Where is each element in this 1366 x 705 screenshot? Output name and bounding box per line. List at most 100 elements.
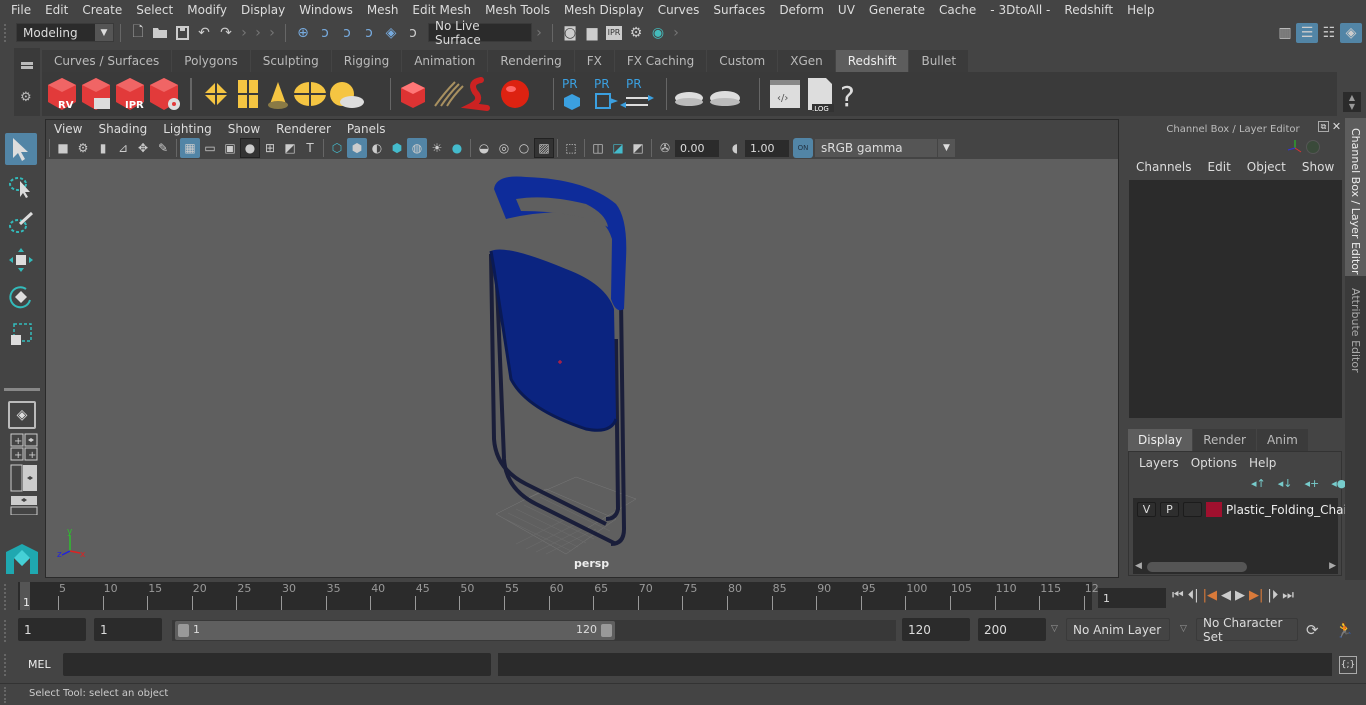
panel-menu-shading[interactable]: Shading [90, 122, 155, 136]
float-panel-icon[interactable]: ⧉ [1318, 121, 1329, 132]
play-backward-icon[interactable]: ◀ [1221, 588, 1231, 603]
layer-list-hscrollbar[interactable]: ◀ ▶ [1133, 560, 1338, 574]
new-empty-layer-icon[interactable]: ◂+ [1305, 477, 1320, 490]
menu-mesh[interactable]: Mesh [360, 3, 406, 17]
rs-environment-sphere-icon[interactable] [501, 80, 529, 108]
snap-view-plane-icon[interactable]: ↄ [358, 23, 380, 43]
chair-model[interactable] [489, 176, 627, 546]
menu-3dtoall[interactable]: - 3DtoAll - [983, 3, 1057, 17]
layer-display-type-toggle[interactable] [1183, 502, 1202, 517]
menu-select[interactable]: Select [129, 3, 180, 17]
playback-start-field[interactable]: 1 [94, 618, 162, 641]
shelf-tab-xgen[interactable]: XGen [778, 50, 836, 72]
multisample-aa-icon[interactable]: ○ [514, 138, 534, 158]
rs-log-icon[interactable]: .LOG [808, 78, 834, 113]
color-management-toggle[interactable]: ON [793, 138, 813, 158]
go-to-end-icon[interactable]: ⏭ [1282, 588, 1294, 603]
collapse-arrow-icon[interactable]: › [237, 23, 251, 43]
bookmark-icon[interactable]: ▮ [93, 138, 113, 158]
exposure-field[interactable]: 0.00 [675, 139, 719, 157]
rs-bake-icon[interactable] [710, 91, 740, 106]
smooth-shade-icon[interactable]: ⬢ [347, 138, 367, 158]
menu-uv[interactable]: UV [831, 3, 862, 17]
channel-list-area[interactable] [1129, 180, 1342, 418]
layer-row[interactable]: V P Plastic_Folding_Chair_ [1137, 502, 1358, 517]
menu-edit-mesh[interactable]: Edit Mesh [405, 3, 478, 17]
move-layer-up-icon[interactable]: ◂↑ [1251, 477, 1266, 490]
menu-display[interactable]: Display [234, 3, 292, 17]
camera-attributes-icon[interactable]: ⚙ [73, 138, 93, 158]
menu-mesh-display[interactable]: Mesh Display [557, 3, 651, 17]
panel-menu-show[interactable]: Show [220, 122, 268, 136]
live-surface-field[interactable]: No Live Surface [428, 19, 532, 47]
shelf-tab-curves-surfaces[interactable]: Curves / Surfaces [42, 50, 173, 72]
range-end-handle[interactable] [601, 624, 612, 637]
shelf-tab-custom[interactable]: Custom [707, 50, 779, 72]
collapse-arrow-icon[interactable]: › [265, 23, 279, 43]
range-slider-bar[interactable]: 1 120 [175, 621, 615, 640]
shelf-scroll-control[interactable]: ▲ ▼ [1343, 92, 1361, 112]
character-set-dropdown-arrow-icon[interactable]: ▽ [1180, 624, 1187, 634]
rs-sun-sky-icon[interactable] [330, 82, 364, 108]
save-scene-icon[interactable] [171, 23, 193, 43]
scroll-right-icon[interactable]: ▶ [1329, 561, 1336, 571]
shelf-tab-rigging[interactable]: Rigging [331, 50, 403, 72]
pr-proxy-export-icon[interactable]: PR [562, 77, 580, 110]
shelf-tab-animation[interactable]: Animation [402, 50, 489, 72]
current-frame-field[interactable]: 1 [1098, 588, 1166, 608]
image-plane-icon[interactable]: ⊿ [113, 138, 133, 158]
le-menu-options[interactable]: Options [1185, 456, 1243, 470]
grease-pencil-icon[interactable]: ✎ [153, 138, 173, 158]
render-view-icon[interactable]: ◙ [559, 23, 581, 43]
le-menu-help[interactable]: Help [1243, 456, 1282, 470]
close-icon[interactable]: ✕ [1331, 120, 1342, 133]
default-material-icon[interactable]: ◐ [367, 138, 387, 158]
snap-live-icon[interactable]: ◈ [380, 23, 402, 43]
xray-icon[interactable]: ◫ [588, 138, 608, 158]
shelf-tab-redshift[interactable]: Redshift [835, 50, 910, 72]
menu-mesh-tools[interactable]: Mesh Tools [478, 3, 557, 17]
layer-visibility-toggle[interactable]: V [1137, 502, 1156, 517]
layer-tab-display[interactable]: Display [1128, 429, 1193, 451]
grip-handle[interactable] [4, 23, 10, 42]
outliner-persp-layout-button[interactable] [8, 463, 40, 493]
scrollbar-thumb[interactable] [1147, 562, 1247, 572]
color-space-dropdown[interactable]: sRGB gamma ▼ [815, 139, 955, 157]
rs-render-settings-icon[interactable] [150, 78, 180, 110]
animation-end-field[interactable]: 200 [978, 618, 1046, 641]
scale-tool-button[interactable] [5, 318, 37, 350]
select-tool-button[interactable] [5, 133, 37, 165]
play-forward-icon[interactable]: ▶ [1235, 588, 1245, 603]
script-editor-icon[interactable]: {;} [1339, 656, 1357, 674]
persp-graph-layout-button[interactable] [8, 495, 40, 515]
2d-pan-zoom-icon[interactable]: ✥ [133, 138, 153, 158]
shelf-tab-fx[interactable]: FX [574, 50, 615, 72]
four-view-layout-button[interactable]: + + + [8, 433, 40, 461]
grid-toggle-icon[interactable]: ▦ [180, 138, 200, 158]
panel-menu-renderer[interactable]: Renderer [268, 122, 339, 136]
layer-tab-render[interactable]: Render [1193, 429, 1256, 451]
anim-layer-dropdown-arrow-icon[interactable]: ▽ [1051, 624, 1058, 634]
menu-redshift[interactable]: Redshift [1057, 3, 1120, 17]
menu-surfaces[interactable]: Surfaces [706, 3, 772, 17]
single-perspective-layout-button[interactable]: ◈ [8, 401, 36, 429]
rs-script-editor-icon[interactable]: ‹/› [770, 80, 800, 108]
redo-icon[interactable]: ↷ [215, 23, 237, 43]
shelf-tab-fx-caching[interactable]: FX Caching [614, 50, 708, 72]
sync-toggle-icon[interactable] [1306, 140, 1320, 154]
select-camera-icon[interactable]: ■ [53, 138, 73, 158]
menu-modify[interactable]: Modify [180, 3, 234, 17]
xray-components-icon[interactable]: ◩ [628, 138, 648, 158]
shelf-tab-polygons[interactable]: Polygons [172, 50, 251, 72]
le-menu-layers[interactable]: Layers [1133, 456, 1185, 470]
open-scene-icon[interactable] [149, 23, 171, 43]
shelf-tab-rendering[interactable]: Rendering [488, 50, 575, 72]
rs-proxy-icon[interactable] [401, 82, 425, 108]
xray-joints-icon[interactable]: ◪ [608, 138, 628, 158]
shelf-tab-bullet[interactable]: Bullet [909, 50, 970, 72]
animation-preferences-icon[interactable]: 🏃 [1335, 621, 1354, 639]
script-language-toggle[interactable]: MEL [28, 658, 51, 671]
menu-help[interactable]: Help [1120, 3, 1161, 17]
use-all-lights-icon[interactable]: ☀ [427, 138, 447, 158]
layer-playback-toggle[interactable]: P [1160, 502, 1179, 517]
